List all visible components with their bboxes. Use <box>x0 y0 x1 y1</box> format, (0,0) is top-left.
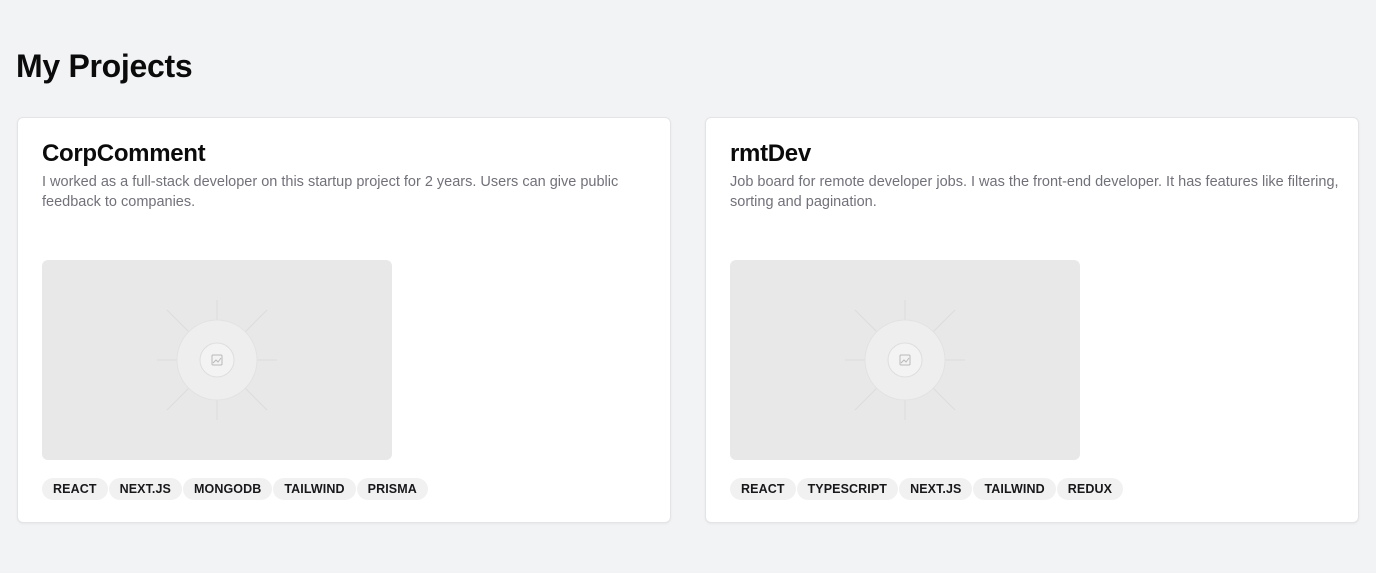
project-title: rmtDev <box>730 140 811 167</box>
image-placeholder-icon <box>845 300 965 420</box>
tag-list: REACT TYPESCRIPT NEXT.JS TAILWIND REDUX <box>730 478 1124 500</box>
tag: REACT <box>730 478 796 500</box>
tag: TYPESCRIPT <box>796 478 899 500</box>
tag: PRISMA <box>356 478 428 500</box>
tag: NEXT.JS <box>899 478 973 500</box>
project-title: CorpComment <box>42 140 206 167</box>
project-image-placeholder <box>730 260 1080 460</box>
tag: NEXT.JS <box>108 478 182 500</box>
tag: TAILWIND <box>973 478 1056 500</box>
project-image-placeholder <box>42 260 392 460</box>
project-description: Job board for remote developer jobs. I w… <box>730 174 1339 210</box>
tag: TAILWIND <box>273 478 356 500</box>
tag: REDUX <box>1056 478 1124 500</box>
tag: MONGODB <box>182 478 273 500</box>
project-description: I worked as a full-stack developer on th… <box>42 174 619 210</box>
project-card-rmtdev[interactable]: rmtDev Job board for remote developer jo… <box>705 117 1359 523</box>
image-placeholder-icon <box>157 300 277 420</box>
page-title: My Projects <box>16 48 193 84</box>
project-card-corpcomment[interactable]: CorpComment I worked as a full-stack dev… <box>17 117 671 523</box>
tag-list: REACT NEXT.JS MONGODB TAILWIND PRISMA <box>42 478 429 500</box>
tag: REACT <box>42 478 108 500</box>
